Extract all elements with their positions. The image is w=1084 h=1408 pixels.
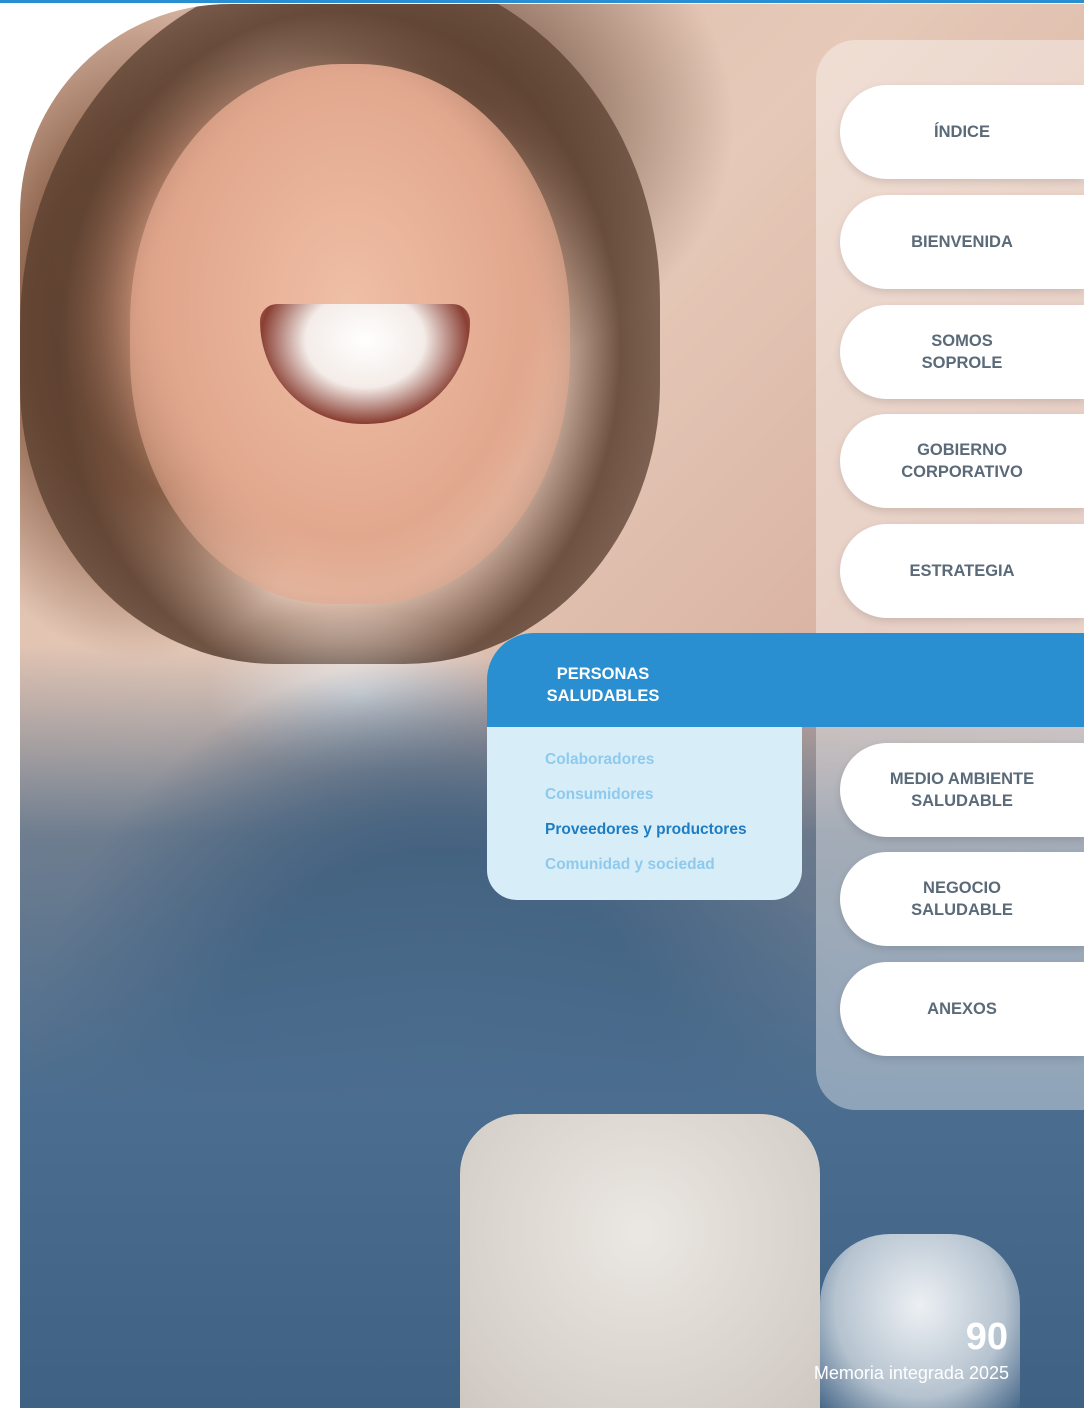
active-nav-label: PERSONAS SALUDABLES [546,665,660,705]
nav-item-somos-soprole[interactable]: SOMOS SOPROLE [840,305,1084,399]
submenu-item-comunidad-y-sociedad[interactable]: Comunidad y sociedad [545,856,715,874]
nav-item-gobierno-corporativo[interactable]: GOBIERNO CORPORATIVO [840,414,1084,508]
nav-item-indice[interactable]: ÍNDICE [840,85,1084,179]
submenu-item-proveedores-y-productores[interactable]: Proveedores y productores [545,821,747,839]
nav-item-bienvenida[interactable]: BIENVENIDA [840,195,1084,289]
submenu-item-consumidores[interactable]: Consumidores [545,786,654,804]
nav-item-anexos[interactable]: ANEXOS [840,962,1084,1056]
nav-item-negocio-saludable[interactable]: NEGOCIO SALUDABLE [840,852,1084,946]
report-title: Memoria integrada 2025 [813,1363,1009,1383]
page-number: 90 [965,1316,1008,1358]
photo-knit-top-shape [460,1114,820,1408]
top-accent-rule [0,0,1084,3]
nav-item-estrategia[interactable]: ESTRATEGIA [840,524,1084,618]
nav-item-medio-ambiente-saludable[interactable]: MEDIO AMBIENTE SALUDABLE [840,743,1084,837]
submenu-item-colaboradores[interactable]: Colaboradores [545,751,654,769]
